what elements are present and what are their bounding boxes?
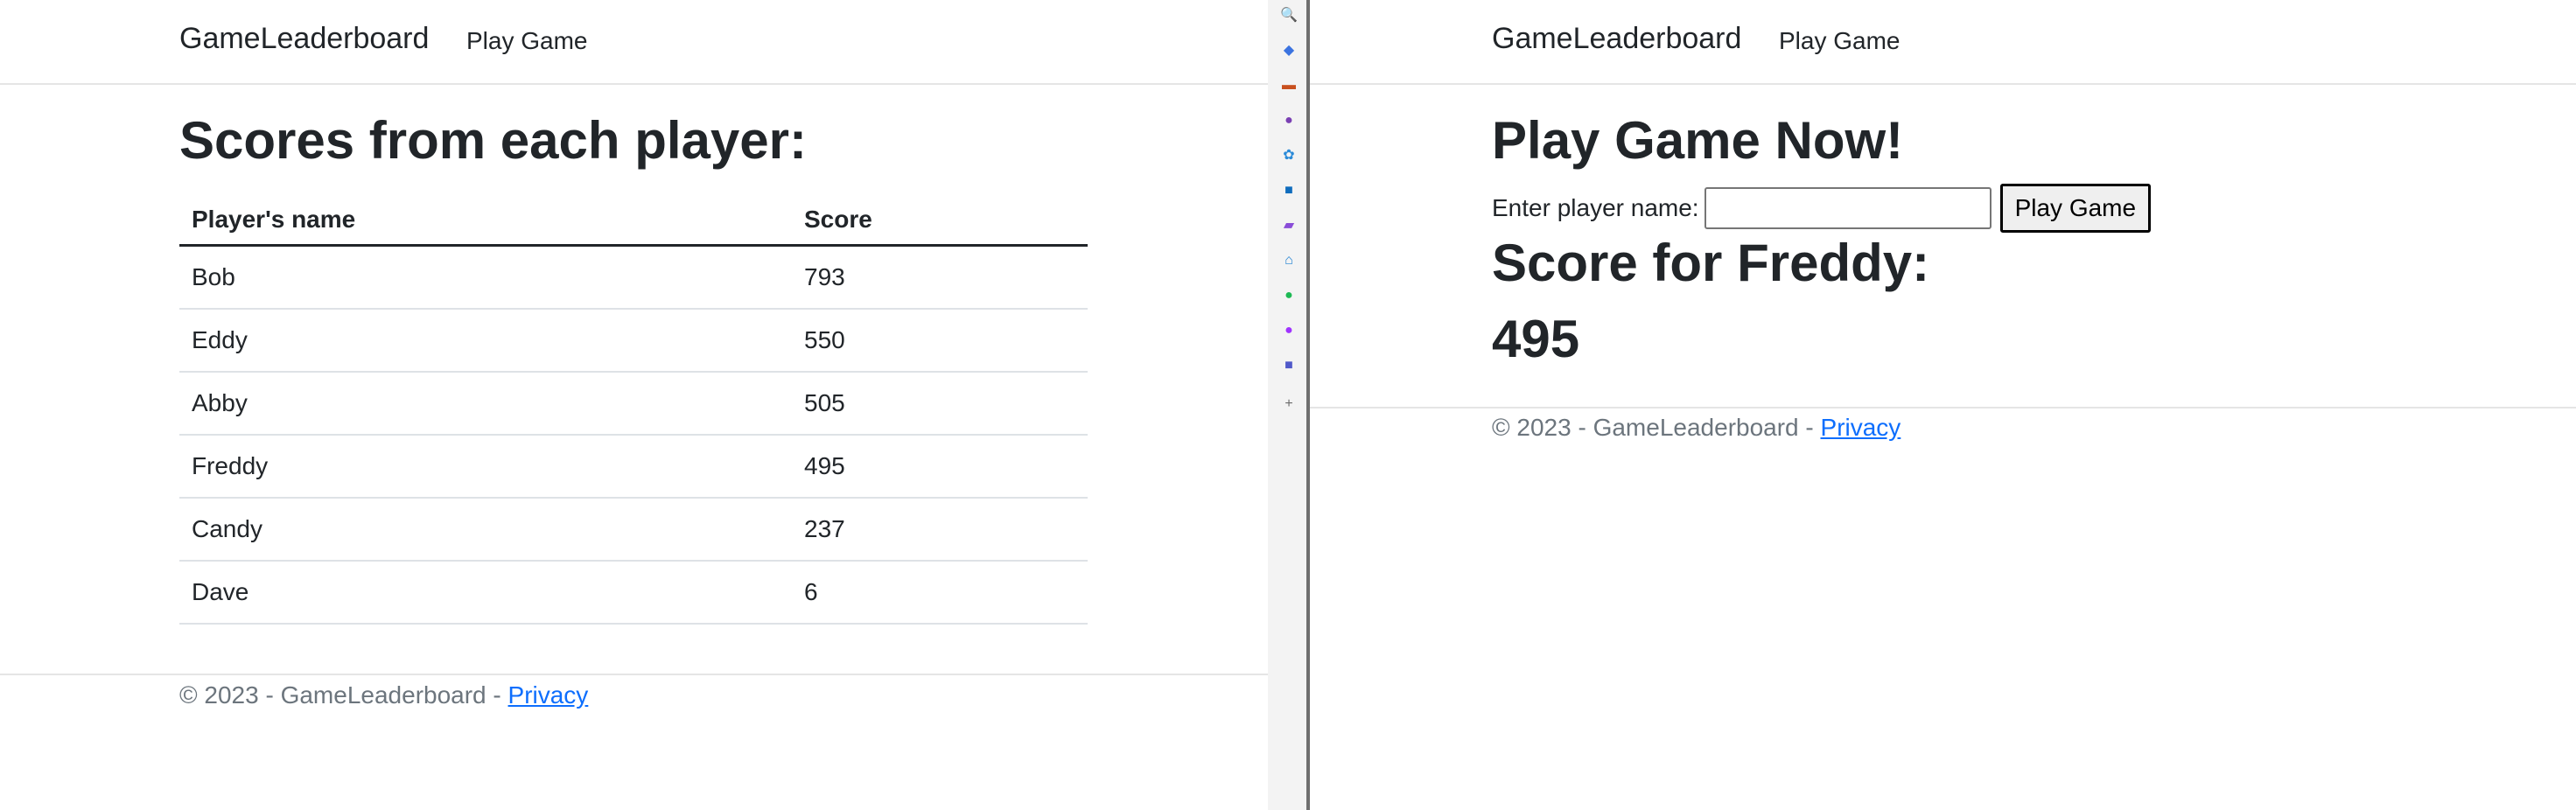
teams-icon[interactable]: ■ (1280, 357, 1298, 374)
top-navbar: GameLeaderboard Play Game (1310, 0, 2576, 85)
score-cell: 550 (792, 309, 1088, 373)
shopping-icon[interactable]: ⌂ (1280, 252, 1298, 269)
privacy-link[interactable]: Privacy (508, 681, 589, 709)
player-name-input[interactable] (1704, 187, 1992, 229)
table-row: Eddy 550 (179, 309, 1088, 373)
page-title: Play Game Now! (1492, 111, 1904, 170)
score-value: 495 (1492, 310, 1580, 368)
outlook-icon[interactable]: ■ (1280, 182, 1298, 199)
player-name-cell: Abby (179, 372, 792, 436)
score-cell: 6 (792, 561, 1088, 625)
footer-divider (0, 674, 1268, 675)
footer-divider (1310, 407, 2576, 408)
table-row: Freddy 495 (179, 435, 1088, 499)
brand-link[interactable]: GameLeaderboard (1492, 22, 1741, 56)
nav-play-game-link[interactable]: Play Game (1779, 27, 1900, 55)
tag-icon[interactable]: ◆ (1280, 42, 1298, 59)
nav-play-game-link[interactable]: Play Game (466, 27, 588, 55)
designer-icon[interactable]: ▰ (1280, 217, 1298, 234)
player-name-cell: Freddy (179, 435, 792, 499)
player-name-cell: Eddy (179, 309, 792, 373)
player-name-label: Enter player name: (1492, 194, 1699, 221)
score-cell: 505 (792, 372, 1088, 436)
score-cell: 237 (792, 498, 1088, 562)
privacy-link[interactable]: Privacy (1821, 414, 1901, 441)
footer-copyright: © 2023 - GameLeaderboard - (1492, 414, 1821, 441)
left-window: GameLeaderboard Play Game Scores from ea… (0, 0, 1268, 810)
footer-copyright: © 2023 - GameLeaderboard - (179, 681, 508, 709)
score-cell: 495 (792, 435, 1088, 499)
spotify-icon[interactable]: ● (1280, 287, 1298, 304)
copilot-icon[interactable]: ✿ (1280, 147, 1298, 164)
footer: © 2023 - GameLeaderboard - Privacy (1492, 414, 1900, 442)
right-window: GameLeaderboard Play Game Play Game Now!… (1310, 0, 2576, 810)
score-heading: Score for Freddy: (1492, 234, 1930, 292)
play-form: Enter player name: Play Game (1492, 184, 2152, 233)
column-header-player-name: Player's name (179, 194, 792, 247)
scores-table: Player's name Score Bob 793 Eddy 550 Abb… (179, 194, 1088, 625)
brand-link[interactable]: GameLeaderboard (179, 22, 429, 56)
column-header-score: Score (792, 194, 1088, 247)
page-title: Scores from each player: (179, 111, 807, 170)
edge-sidebar: 🔍 ◆ ▬ ● ✿ ■ ▰ ⌂ ● ● ■ + (1268, 0, 1310, 810)
messenger-icon[interactable]: ● (1280, 322, 1298, 339)
add-icon[interactable]: + (1280, 395, 1298, 413)
table-row: Candy 237 (179, 498, 1088, 562)
table-header-row: Player's name Score (179, 194, 1088, 247)
search-icon[interactable]: 🔍 (1280, 7, 1298, 24)
people-icon[interactable]: ● (1280, 112, 1298, 129)
player-name-cell: Candy (179, 498, 792, 562)
table-row: Dave 6 (179, 561, 1088, 625)
table-row: Abby 505 (179, 372, 1088, 436)
footer: © 2023 - GameLeaderboard - Privacy (179, 681, 588, 709)
score-cell: 793 (792, 245, 1088, 310)
top-navbar: GameLeaderboard Play Game (0, 0, 1268, 85)
player-name-cell: Dave (179, 561, 792, 625)
toolbox-icon[interactable]: ▬ (1280, 77, 1298, 94)
play-game-button[interactable]: Play Game (1999, 184, 2152, 233)
player-name-cell: Bob (179, 245, 792, 310)
table-row: Bob 793 (179, 245, 1088, 310)
